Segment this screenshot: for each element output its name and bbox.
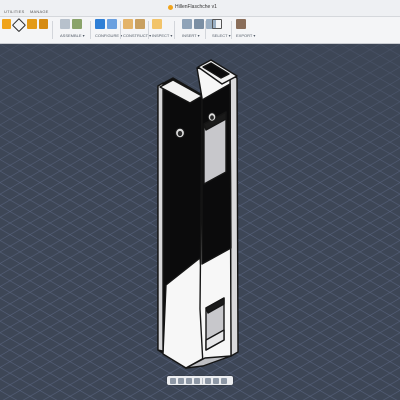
inspect-group[interactable]: INSPECT ▾ xyxy=(152,19,173,41)
bracket-model xyxy=(157,59,239,369)
document-tab[interactable]: HillenFlaschche v1 xyxy=(168,4,217,10)
configure-group[interactable]: CONFIGURE ▾ xyxy=(95,19,123,41)
left-arm-edge xyxy=(157,82,164,352)
joint-icon[interactable] xyxy=(60,19,70,29)
separator xyxy=(52,21,53,39)
select-label: SELECT ▾ xyxy=(212,33,231,38)
orbit-icon[interactable] xyxy=(170,377,176,384)
construct-group[interactable]: CONSTRUCT ▾ xyxy=(123,19,152,41)
zoom-icon[interactable] xyxy=(186,377,192,384)
axis-icon[interactable] xyxy=(135,19,145,29)
configure-label: CONFIGURE ▾ xyxy=(95,33,123,38)
fit-icon[interactable] xyxy=(194,377,200,384)
separator xyxy=(174,21,175,39)
box-icon[interactable] xyxy=(27,19,37,29)
navigation-bar xyxy=(167,376,233,385)
offset-plane-icon[interactable] xyxy=(123,19,133,29)
fusion-window: HillenFlaschche v1 UTILITIES MANAGE ASSE… xyxy=(0,0,400,400)
ribbon-toolbar: ASSEMBLE ▾ CONFIGURE ▾ CONSTRUCT ▾ INSPE… xyxy=(0,17,400,44)
select-icon[interactable] xyxy=(212,19,222,29)
grid-settings-icon[interactable] xyxy=(213,377,219,384)
export-group[interactable]: EXPORT ▾ xyxy=(236,19,258,41)
viewport-svg xyxy=(0,44,400,400)
viewports-icon[interactable] xyxy=(221,377,227,384)
separator xyxy=(90,21,91,39)
tab-manage[interactable]: MANAGE xyxy=(30,9,49,14)
export-label: EXPORT ▾ xyxy=(236,33,256,38)
insert-mesh-icon[interactable] xyxy=(194,19,204,29)
canvas-viewport[interactable] xyxy=(0,44,400,400)
configure-icon[interactable] xyxy=(95,19,105,29)
separator xyxy=(231,21,232,39)
pan-icon[interactable] xyxy=(178,377,184,384)
construct-label: CONSTRUCT ▾ xyxy=(123,33,152,38)
separator xyxy=(120,21,121,39)
assemble-label: ASSEMBLE ▾ xyxy=(60,33,85,38)
insert-label: INSERT ▾ xyxy=(182,33,200,38)
export-icon[interactable] xyxy=(236,19,246,29)
table-icon[interactable] xyxy=(107,19,117,29)
title-bar: HillenFlaschche v1 UTILITIES MANAGE xyxy=(0,0,400,17)
display-settings-icon[interactable] xyxy=(205,377,211,384)
insert-derive-icon[interactable] xyxy=(182,19,192,29)
document-title: HillenFlaschche v1 xyxy=(175,4,217,10)
combine-icon[interactable] xyxy=(38,19,48,29)
create-tools xyxy=(2,18,48,41)
measure-icon[interactable] xyxy=(152,19,162,29)
assemble-group[interactable]: ASSEMBLE ▾ xyxy=(60,19,88,41)
navbar-divider xyxy=(202,377,203,384)
separator xyxy=(205,21,206,39)
as-built-joint-icon[interactable] xyxy=(72,19,82,29)
move-icon[interactable] xyxy=(12,18,27,32)
separator xyxy=(148,21,149,39)
inspect-label: INSPECT ▾ xyxy=(152,33,173,38)
document-icon xyxy=(168,4,173,10)
sketch-icon[interactable] xyxy=(2,19,12,29)
tab-utilities[interactable]: UTILITIES xyxy=(4,9,24,14)
